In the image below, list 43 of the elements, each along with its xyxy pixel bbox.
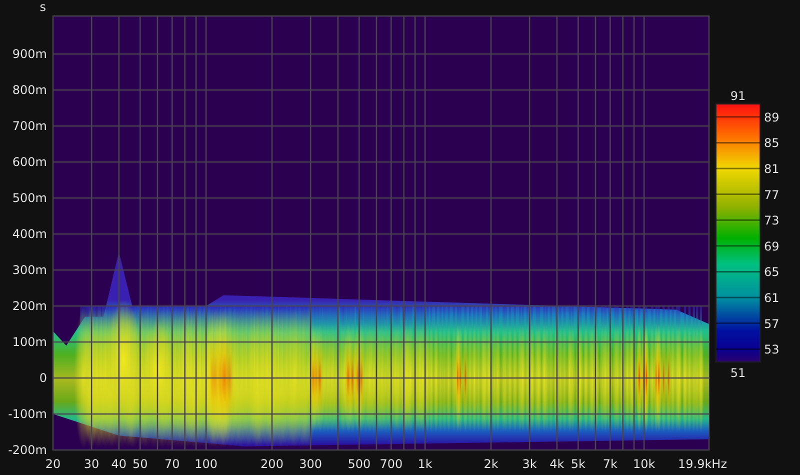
color-scale-label: 81 [764,162,780,176]
y-axis-label: -200m [8,443,47,457]
x-axis-label: 700 [380,457,403,471]
x-axis-label: 4k [550,457,564,471]
color-scale-min-label: 51 [730,366,746,380]
y-axis-label: 700m [12,119,47,133]
color-scale-label: 53 [764,342,780,357]
color-scale-label: 73 [764,214,780,228]
x-axis-label: 3k [522,457,537,471]
x-axis-label: 1k [418,457,432,471]
y-axis-label: 400m [12,227,47,241]
axis-unit: s [40,0,46,14]
color-scale-label: 89 [764,110,780,124]
color-scale-label: 69 [764,239,780,254]
x-axis-label: 19.9kHz [678,457,727,471]
color-scale-label: 77 [764,188,780,202]
color-scale-label: 57 [764,316,780,331]
color-scale-label: 61 [764,291,780,305]
y-axis-label: 300m [12,263,47,277]
y-axis-label: 600m [12,155,47,169]
y-axis-label: 0 [39,371,47,385]
x-axis-label: 7k [602,457,618,471]
x-axis-label: 40 [111,457,127,471]
x-axis-label: 500 [348,457,371,471]
x-axis-label: 70 [164,457,180,471]
y-axis-label: 100m [12,335,47,349]
x-axis-label: 30 [84,457,100,471]
x-axis-label: 2k [484,457,498,471]
x-axis-label: 20 [45,457,61,471]
y-axis-label: -100m [8,407,47,421]
y-axis-label: 500m [12,191,47,205]
x-axis-label: 200 [260,457,284,471]
y-axis-label: 200m [12,299,47,313]
x-axis-label: 300 [299,457,322,471]
x-axis-label: 100 [194,457,218,471]
color-scale-label: 65 [764,265,780,280]
y-axis-label: 800m [12,83,47,97]
x-axis-label: 50 [132,457,148,471]
color-scale-label: 85 [764,136,780,150]
x-axis-label: 5k [570,457,586,471]
x-axis-label: 10k [632,457,656,471]
color-scale-max-label: 91 [730,89,746,103]
y-axis-label: 900m [12,47,47,61]
